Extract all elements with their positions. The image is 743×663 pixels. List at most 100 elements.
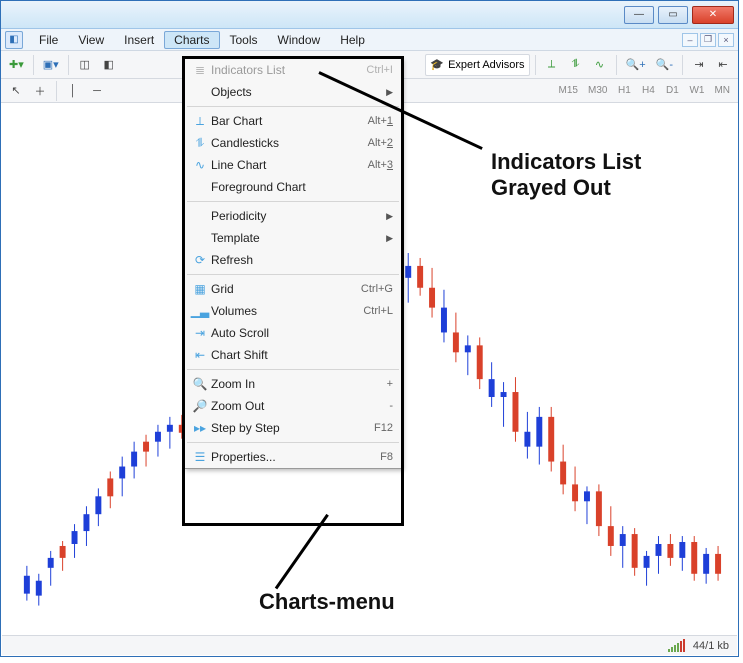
menu-item-periodicity[interactable]: Periodicity ▶ bbox=[185, 205, 401, 227]
new-chart-button[interactable]: ✚▾ bbox=[5, 54, 28, 76]
menu-item-chart-shift[interactable]: ⇤Chart Shift bbox=[185, 344, 401, 366]
menu-item-label: Volumes bbox=[211, 304, 363, 318]
properties-icon: ☰ bbox=[189, 450, 211, 464]
menu-window[interactable]: Window bbox=[268, 31, 331, 49]
indicator-candles-button[interactable]: ⥮ bbox=[565, 54, 587, 76]
hline-button[interactable]: ─ bbox=[86, 80, 108, 102]
navigator-button[interactable]: ◧ bbox=[98, 54, 120, 76]
maximize-button[interactable]: ▭ bbox=[658, 6, 688, 24]
menu-item-label: Grid bbox=[211, 282, 361, 296]
status-text: 44/1 kb bbox=[693, 640, 729, 652]
menu-item-step-by-step[interactable]: ▸▸Step by StepF12 bbox=[185, 417, 401, 439]
child-close-button[interactable]: × bbox=[718, 33, 734, 47]
menu-item-candlesticks[interactable]: ⥮CandlesticksAlt+2 bbox=[185, 132, 401, 154]
menu-item-label: Auto Scroll bbox=[211, 326, 393, 340]
menu-item-label: Step by Step bbox=[211, 421, 374, 435]
grid-icon: ▦ bbox=[189, 282, 211, 296]
refresh-icon: ⟳ bbox=[189, 253, 211, 267]
menu-item-label: Properties... bbox=[211, 450, 380, 464]
menu-item-properties[interactable]: ☰Properties...F8 bbox=[185, 446, 401, 468]
statusbar: 44/1 kb bbox=[2, 635, 737, 655]
vline-button[interactable]: │ bbox=[62, 80, 84, 102]
menu-charts[interactable]: Charts bbox=[164, 31, 219, 49]
menu-item-shortcut: + bbox=[387, 378, 393, 390]
menu-view[interactable]: View bbox=[68, 31, 114, 49]
volumes-icon: ▁▃ bbox=[189, 304, 211, 318]
autoscroll-icon: ⇥ bbox=[189, 326, 211, 340]
menu-item-label: Line Chart bbox=[211, 158, 368, 172]
line-chart-icon: ∿ bbox=[189, 158, 211, 172]
submenu-arrow-icon: ▶ bbox=[386, 211, 393, 222]
app-window: — ▭ ✕ ◧ File View Insert Charts Tools Wi… bbox=[0, 0, 739, 657]
menu-item-objects[interactable]: Objects ▶ bbox=[185, 81, 401, 103]
menu-item-label: Bar Chart bbox=[211, 114, 368, 128]
tf-w1[interactable]: W1 bbox=[685, 80, 708, 102]
menu-tools[interactable]: Tools bbox=[220, 31, 268, 49]
indicator-line-button[interactable]: ∿ bbox=[589, 54, 611, 76]
menu-item-shortcut: Ctrl+G bbox=[361, 283, 393, 295]
tf-h1[interactable]: H1 bbox=[613, 80, 635, 102]
menu-item-volumes[interactable]: ▁▃VolumesCtrl+L bbox=[185, 300, 401, 322]
child-minimize-button[interactable]: – bbox=[682, 33, 698, 47]
expert-advisors-button[interactable]: 🎓 Expert Advisors bbox=[425, 54, 529, 76]
menu-item-label: Foreground Chart bbox=[211, 180, 393, 194]
menu-item-label: Template bbox=[211, 231, 380, 245]
tf-d1[interactable]: D1 bbox=[661, 80, 683, 102]
menu-item-label: Objects bbox=[211, 85, 380, 99]
menu-item-shortcut: Ctrl+L bbox=[363, 305, 393, 317]
chartshift-button[interactable]: ⇤ bbox=[712, 54, 734, 76]
menu-item-auto-scroll[interactable]: ⇥Auto Scroll bbox=[185, 322, 401, 344]
menu-item-shortcut: F12 bbox=[374, 422, 393, 434]
step-icon: ▸▸ bbox=[189, 421, 211, 435]
menu-item-label: Indicators List bbox=[211, 63, 366, 77]
menu-help[interactable]: Help bbox=[330, 31, 375, 49]
menu-item-shortcut: Ctrl+I bbox=[366, 64, 393, 76]
charts-dropdown-menu: ≣Indicators ListCtrl+I Objects ▶ ⟂Bar Chart… bbox=[184, 58, 402, 469]
app-icon: ◧ bbox=[5, 31, 23, 49]
menu-item-shortcut: F8 bbox=[380, 451, 393, 463]
menu-item-line-chart[interactable]: ∿Line ChartAlt+3 bbox=[185, 154, 401, 176]
menu-item-foreground-chart[interactable]: Foreground Chart bbox=[185, 176, 401, 198]
tf-m30[interactable]: M30 bbox=[584, 80, 611, 102]
menu-item-bar-chart[interactable]: ⟂Bar ChartAlt+1 bbox=[185, 110, 401, 132]
submenu-arrow-icon: ▶ bbox=[386, 87, 393, 98]
menu-item-zoom-out[interactable]: 🔎Zoom Out- bbox=[185, 395, 401, 417]
minimize-button[interactable]: — bbox=[624, 6, 654, 24]
menu-file[interactable]: File bbox=[29, 31, 68, 49]
menu-item-label: Zoom In bbox=[211, 377, 387, 391]
menu-item-shortcut: Alt+1 bbox=[368, 115, 393, 127]
menu-item-shortcut: Alt+3 bbox=[368, 159, 393, 171]
candlesticks-icon: ⥮ bbox=[189, 136, 211, 151]
crosshair-button[interactable]: ＋ bbox=[29, 80, 51, 102]
menu-item-grid[interactable]: ▦GridCtrl+G bbox=[185, 278, 401, 300]
zoom-out-icon: 🔎 bbox=[189, 399, 211, 413]
close-button[interactable]: ✕ bbox=[692, 6, 734, 24]
profiles-button[interactable]: ▣▾ bbox=[39, 54, 63, 76]
menu-item-zoom-in[interactable]: 🔍Zoom In+ bbox=[185, 373, 401, 395]
titlebar: — ▭ ✕ bbox=[1, 1, 738, 29]
menu-item-label: Periodicity bbox=[211, 209, 380, 223]
zoom-out-button[interactable]: 🔍- bbox=[652, 54, 677, 76]
menu-item-shortcut: Alt+2 bbox=[368, 137, 393, 149]
autoscroll-button[interactable]: ⇥ bbox=[688, 54, 710, 76]
menu-item-template[interactable]: Template ▶ bbox=[185, 227, 401, 249]
menu-item-label: Refresh bbox=[211, 253, 393, 267]
menu-item-refresh[interactable]: ⟳Refresh bbox=[185, 249, 401, 271]
menu-insert[interactable]: Insert bbox=[114, 31, 164, 49]
menu-item-label: Zoom Out bbox=[211, 399, 389, 413]
submenu-arrow-icon: ▶ bbox=[386, 233, 393, 244]
menubar: ◧ File View Insert Charts Tools Window H… bbox=[1, 29, 738, 51]
tf-mn[interactable]: MN bbox=[710, 80, 734, 102]
zoom-in-button[interactable]: 🔍+ bbox=[622, 54, 650, 76]
market-watch-button[interactable]: ◫ bbox=[74, 54, 96, 76]
cursor-button[interactable]: ↖ bbox=[5, 80, 27, 102]
indicator-bars-button[interactable]: ⟂ bbox=[541, 54, 563, 76]
menu-item-label: Chart Shift bbox=[211, 348, 393, 362]
tf-m15[interactable]: M15 bbox=[555, 80, 582, 102]
child-restore-button[interactable]: ❐ bbox=[700, 33, 716, 47]
tf-h4[interactable]: H4 bbox=[637, 80, 659, 102]
menu-item-indicators-list: ≣Indicators ListCtrl+I bbox=[185, 59, 401, 81]
menu-item-shortcut: - bbox=[389, 400, 393, 412]
hat-icon: 🎓 bbox=[430, 58, 444, 71]
bar-chart-icon: ⟂ bbox=[189, 114, 211, 129]
